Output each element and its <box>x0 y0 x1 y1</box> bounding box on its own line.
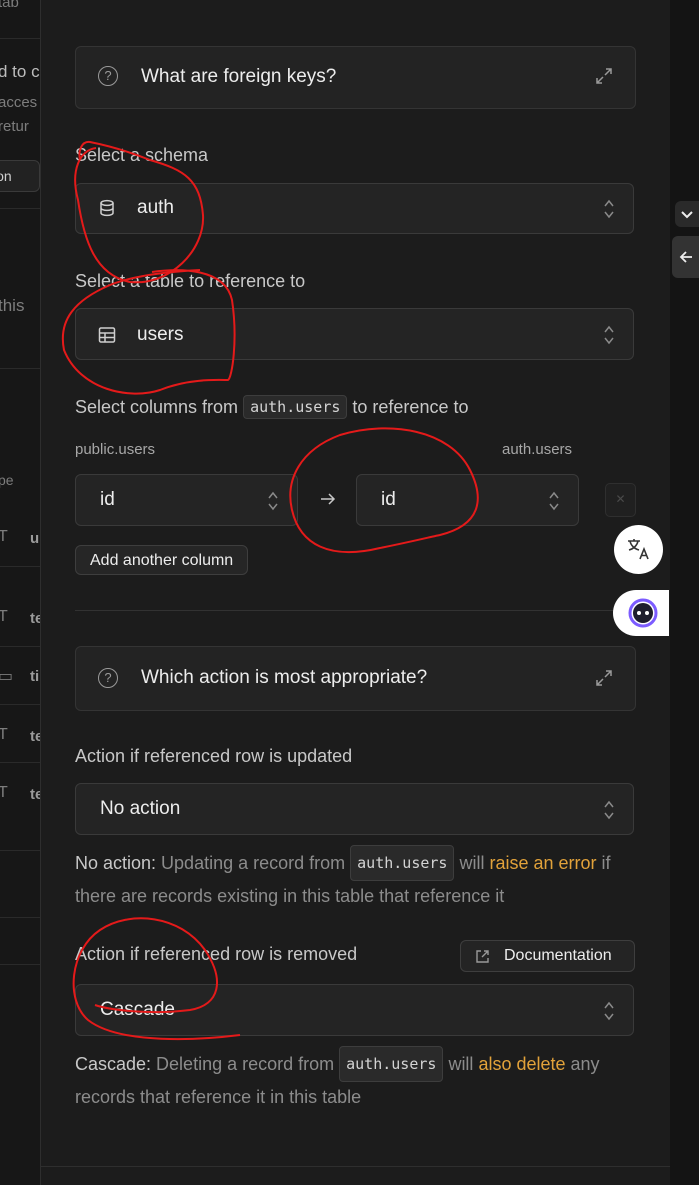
schema-value: auth <box>137 197 174 218</box>
right-rail <box>669 0 699 1185</box>
bg-button: ion <box>0 160 40 192</box>
collapse-toggle[interactable] <box>675 201 699 227</box>
bg-text: te <box>30 610 40 627</box>
bg-text: u <box>30 530 40 547</box>
background-page: tab d to c acces retur ion this pe T u T… <box>0 0 40 1185</box>
external-link-icon <box>476 950 489 963</box>
bg-text: this <box>0 296 25 315</box>
chevrons-up-down-icon <box>604 199 614 219</box>
panel-footer-divider <box>41 1166 670 1167</box>
expand-icon[interactable] <box>595 67 613 85</box>
chevrons-up-down-icon <box>604 325 614 345</box>
bg-divider <box>0 850 40 851</box>
expand-icon[interactable] <box>595 669 613 687</box>
help-circle-icon: ? <box>98 668 118 688</box>
schema-label: Select a schema <box>75 145 209 165</box>
code-table-name: auth.users <box>350 845 455 881</box>
bg-divider <box>0 566 40 567</box>
chevron-down-icon <box>681 211 693 219</box>
back-button[interactable] <box>672 236 699 278</box>
source-table-label: public.users <box>75 441 156 458</box>
calendar-icon: ▭ <box>0 668 14 685</box>
table-value: users <box>137 324 184 345</box>
table-select[interactable]: users <box>75 308 634 360</box>
translate-icon <box>628 539 649 560</box>
on-update-select[interactable]: No action <box>75 783 634 835</box>
bg-divider <box>0 964 40 965</box>
bg-divider <box>0 646 40 647</box>
text-type-icon: T <box>0 726 8 743</box>
target-column-select[interactable]: id <box>356 474 579 526</box>
help-circle-icon: ? <box>98 66 118 86</box>
on-delete-value: Cascade <box>100 999 175 1020</box>
bg-text: ti <box>30 668 40 685</box>
remove-column-button[interactable]: ✕ <box>605 483 636 517</box>
info-title: Which action is most appropriate? <box>141 667 428 688</box>
actions-info-box[interactable]: ? Which action is most appropriate? <box>75 646 636 711</box>
table-icon <box>98 327 116 343</box>
bg-text: retur <box>0 118 29 135</box>
chevrons-up-down-icon <box>604 800 614 820</box>
on-delete-label: Action if referenced row is removed <box>75 944 358 964</box>
on-delete-description: Cascade: Deleting a record from auth.use… <box>75 1046 640 1112</box>
bg-divider <box>0 762 40 763</box>
bg-text: pe <box>0 472 14 488</box>
schema-select[interactable]: auth <box>75 183 634 234</box>
source-column-select[interactable]: id <box>75 474 298 526</box>
documentation-button[interactable]: Documentation <box>460 940 635 972</box>
on-update-value: No action <box>100 798 181 819</box>
bg-text: te <box>30 786 40 803</box>
add-column-button[interactable]: Add another column <box>75 545 249 575</box>
arrow-left-icon <box>679 251 692 263</box>
code-table-name: auth.users <box>243 395 348 419</box>
chevrons-up-down-icon <box>268 491 278 511</box>
assistant-bot-button[interactable] <box>613 590 669 636</box>
text-type-icon: T <box>0 608 8 625</box>
foreign-key-panel: ? What are foreign keys? Select a schema… <box>40 0 670 1185</box>
bg-text: d to c <box>0 62 40 81</box>
source-column-value: id <box>100 489 115 510</box>
target-column-value: id <box>381 489 396 510</box>
chevrons-up-down-icon <box>604 1001 614 1021</box>
code-table-name: auth.users <box>339 1046 444 1082</box>
text-type-icon: T <box>0 784 8 801</box>
on-update-description: No action: Updating a record from auth.u… <box>75 845 640 911</box>
section-divider <box>75 610 634 611</box>
table-label: Select a table to reference to <box>75 271 306 291</box>
bg-divider <box>0 917 40 918</box>
bg-text: acces <box>0 94 38 111</box>
foreign-keys-info-box[interactable]: ? What are foreign keys? <box>75 46 636 109</box>
bg-divider <box>0 208 40 209</box>
translate-button[interactable] <box>614 525 663 574</box>
info-title: What are foreign keys? <box>141 66 337 87</box>
columns-label: Select columns from auth.users to refere… <box>75 395 469 419</box>
text-type-icon: T <box>0 528 8 545</box>
database-icon <box>100 199 114 217</box>
bg-divider <box>0 704 40 705</box>
arrow-right-icon <box>321 493 336 505</box>
bg-divider <box>0 38 40 39</box>
documentation-label: Documentation <box>504 947 612 964</box>
bg-text: te <box>30 728 40 745</box>
bg-text: tab <box>0 0 19 11</box>
on-delete-select[interactable]: Cascade <box>75 984 634 1036</box>
on-update-label: Action if referenced row is updated <box>75 746 353 766</box>
bg-divider <box>0 368 40 369</box>
chevrons-up-down-icon <box>549 491 559 511</box>
bot-icon <box>628 598 658 628</box>
target-table-label: auth.users <box>502 441 573 458</box>
